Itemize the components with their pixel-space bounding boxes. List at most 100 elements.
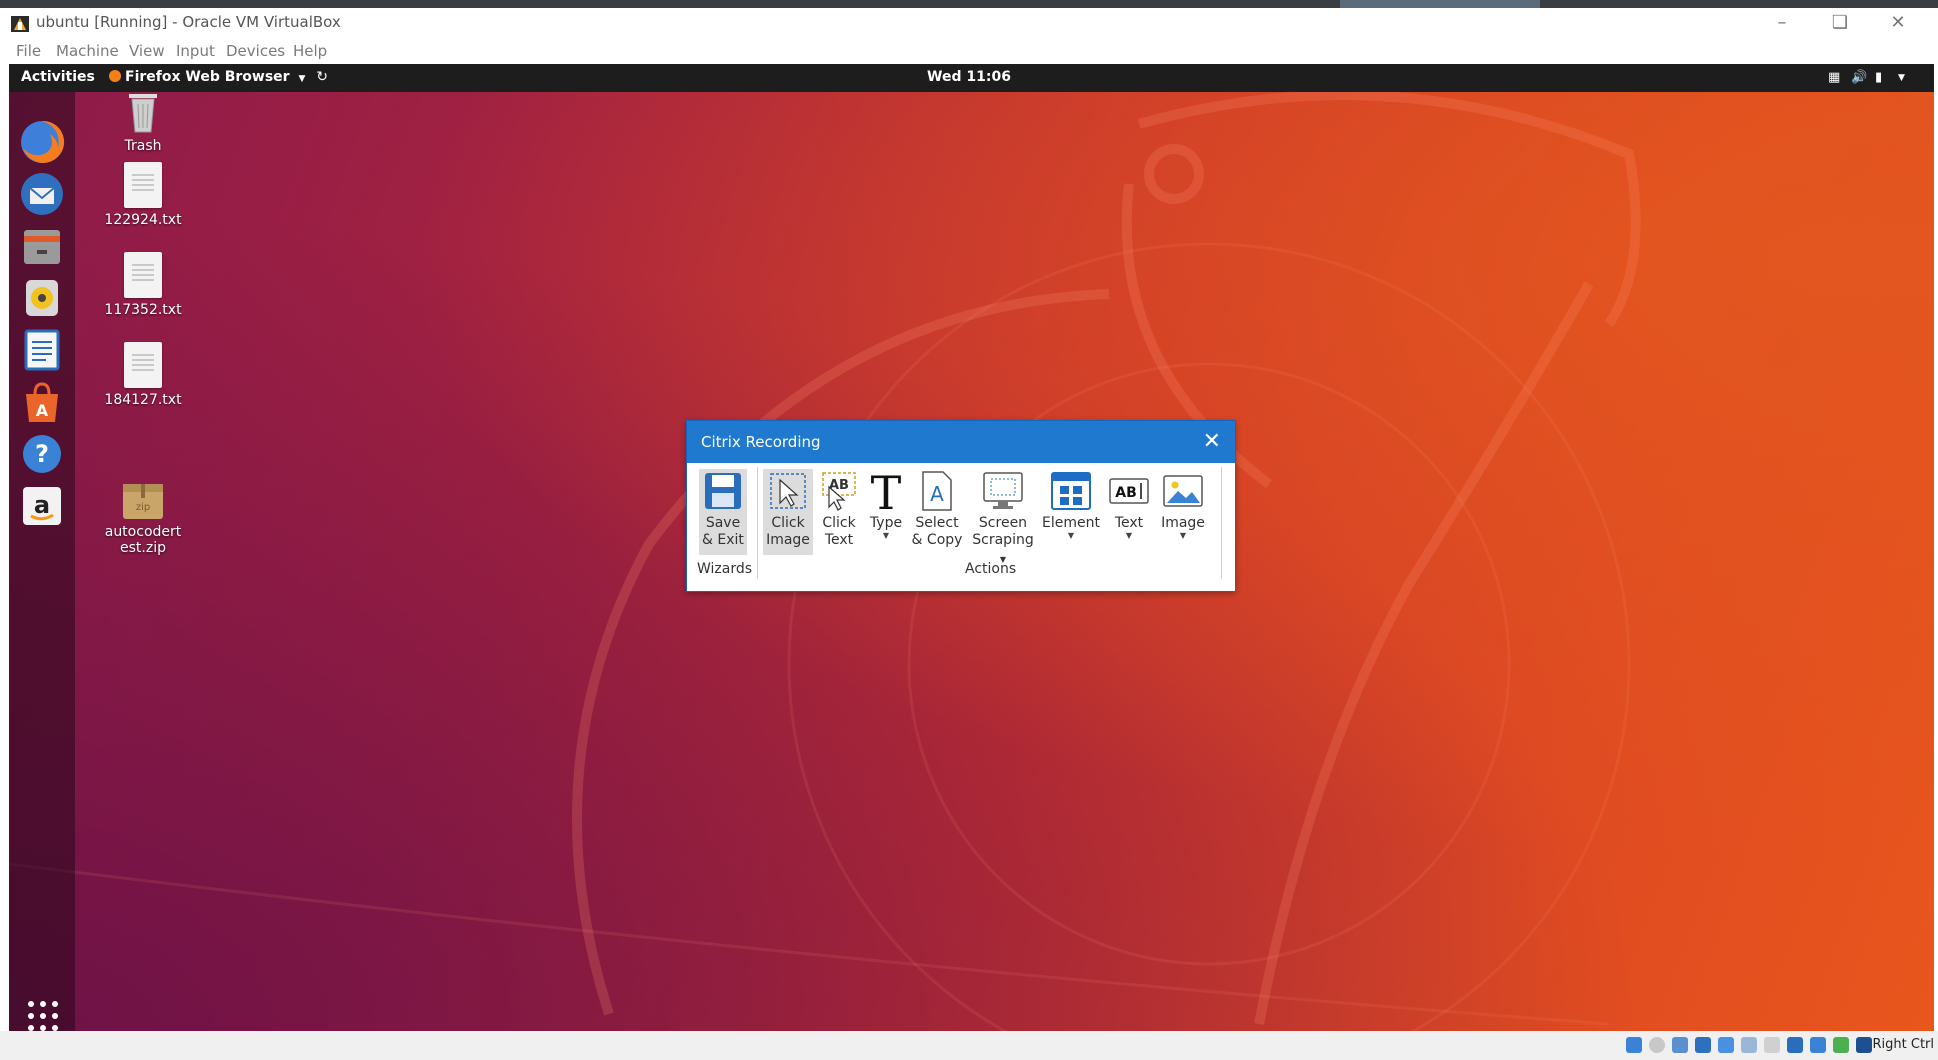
desktop-icon-zip[interactable]: zip autocodert est.zip <box>93 480 193 556</box>
virtualbox-app-icon <box>10 14 30 34</box>
desktop-icon-file[interactable]: 122924.txt <box>93 162 193 228</box>
host-key-label: Right Ctrl <box>1872 1037 1935 1052</box>
desktop-icon-label: Trash <box>124 138 162 154</box>
app-menu-label: Firefox Web Browser <box>125 69 290 85</box>
ubuntu-software-icon[interactable]: A <box>18 378 66 426</box>
display-icon[interactable] <box>1764 1037 1780 1053</box>
click-image-label-1: Click <box>771 515 805 531</box>
loading-spinner-icon: ↻ <box>316 69 328 85</box>
usb-icon[interactable] <box>1718 1037 1734 1053</box>
save-exit-label-1: Save <box>705 515 741 531</box>
menu-view[interactable]: View <box>129 42 165 60</box>
citrix-recording-dialog: Citrix Recording ✕ Save & Exit Wizards C… <box>686 420 1236 592</box>
mouse-integration-icon[interactable] <box>1856 1037 1872 1053</box>
network-icon[interactable]: ▦ <box>1828 70 1840 85</box>
element-label: Element <box>1042 515 1100 531</box>
vbox-menubar: File Machine View Input Devices Help <box>0 38 1938 64</box>
libreoffice-writer-icon[interactable] <box>18 326 66 374</box>
app-menu-button[interactable]: Firefox Web Browser ▼ ↻ <box>109 69 328 85</box>
close-icon[interactable]: ✕ <box>1203 429 1221 454</box>
chevron-down-icon: ▼ <box>298 74 306 84</box>
element-button[interactable]: Element ▼ <box>1041 469 1101 540</box>
ubuntu-top-bar: Activities Firefox Web Browser ▼ ↻ Wed 1… <box>9 64 1934 92</box>
rhythmbox-icon[interactable] <box>18 274 66 322</box>
minimize-button[interactable]: – <box>1754 8 1810 38</box>
system-menu-chevron-icon[interactable]: ▼ <box>1898 73 1905 83</box>
type-dropdown-caret-icon[interactable]: ▼ <box>865 532 907 540</box>
virtualization-icon[interactable] <box>1810 1037 1826 1053</box>
vbox-window-title: ubuntu [Running] - Oracle VM VirtualBox <box>36 13 341 31</box>
select-copy-button[interactable]: A Select & Copy <box>909 469 965 549</box>
menu-input[interactable]: Input <box>176 42 215 60</box>
dialog-titlebar[interactable]: Citrix Recording ✕ <box>687 421 1235 463</box>
menu-help[interactable]: Help <box>293 42 327 60</box>
activities-button[interactable]: Activities <box>21 69 95 85</box>
element-dropdown-caret-icon[interactable]: ▼ <box>1041 532 1101 540</box>
text-file-icon <box>124 342 162 388</box>
close-window-button[interactable]: ✕ <box>1870 8 1926 38</box>
trash-icon <box>123 86 163 134</box>
svg-text:?: ? <box>35 440 49 468</box>
firefox-icon[interactable] <box>18 118 66 166</box>
group-separator <box>757 467 758 579</box>
click-image-button[interactable]: Click Image <box>763 469 813 555</box>
image-button[interactable]: Image ▼ <box>1157 469 1209 540</box>
desktop-icon-label: 117352.txt <box>104 302 182 318</box>
vbox-titlebar: ubuntu [Running] - Oracle VM VirtualBox … <box>0 8 1938 38</box>
save-disk-icon <box>699 469 747 513</box>
desktop-icon-label: est.zip <box>120 540 166 556</box>
desktop-icon-label: autocodert <box>104 524 182 540</box>
image-label: Image <box>1161 515 1205 531</box>
battery-icon[interactable]: ▮ <box>1875 70 1882 85</box>
type-button[interactable]: T Type ▼ <box>865 469 907 540</box>
desktop-icon-file[interactable]: 117352.txt <box>93 252 193 318</box>
desktop-icon-label: 184127.txt <box>104 392 182 408</box>
group-separator <box>1221 467 1222 579</box>
text-dropdown-caret-icon[interactable]: ▼ <box>1105 532 1153 540</box>
type-t-icon: T <box>865 469 907 513</box>
desktop-icon-trash[interactable]: Trash <box>93 86 193 154</box>
screen-scraping-button[interactable]: Screen Scraping ▼ <box>969 469 1037 568</box>
amazon-icon[interactable]: a <box>18 482 66 530</box>
select-copy-icon: A <box>909 469 965 513</box>
svg-text:T: T <box>871 469 902 513</box>
image-dropdown-caret-icon[interactable]: ▼ <box>1157 532 1209 540</box>
restore-button[interactable]: ❏ <box>1812 8 1868 38</box>
select-copy-label-1: Select <box>915 515 959 531</box>
save-exit-label-2: & Exit <box>702 532 744 548</box>
screen-scraping-icon <box>969 469 1037 513</box>
actions-group-label: Actions <box>965 561 1017 577</box>
hard-disk-icon[interactable] <box>1626 1037 1642 1053</box>
network-adapter-icon[interactable] <box>1695 1037 1711 1053</box>
clock[interactable]: Wed 11:06 <box>927 69 1011 85</box>
text-file-icon <box>124 252 162 298</box>
save-exit-button[interactable]: Save & Exit <box>699 469 747 555</box>
optical-drive-icon[interactable] <box>1649 1037 1665 1053</box>
files-icon[interactable] <box>18 222 66 270</box>
audio-icon[interactable] <box>1672 1037 1688 1053</box>
svg-text:A: A <box>36 401 49 420</box>
desktop-icon-file[interactable]: 184127.txt <box>93 342 193 408</box>
show-applications-icon[interactable] <box>27 1000 59 1031</box>
host-taskbar-strip <box>0 0 1938 8</box>
shared-folders-icon[interactable] <box>1741 1037 1757 1053</box>
menu-file[interactable]: File <box>16 42 41 60</box>
zip-badge: zip <box>135 502 151 513</box>
svg-text:a: a <box>34 491 50 519</box>
text-button[interactable]: AB Text ▼ <box>1105 469 1153 540</box>
wizards-group-label: Wizards <box>697 561 753 577</box>
dialog-title: Citrix Recording <box>701 433 821 451</box>
svg-text:A: A <box>930 482 944 506</box>
thunderbird-icon[interactable] <box>18 170 66 218</box>
desktop-icon-label: 122924.txt <box>104 212 182 228</box>
video-capture-icon[interactable] <box>1787 1037 1803 1053</box>
click-text-button[interactable]: AB Click Text <box>815 469 863 549</box>
menu-devices[interactable]: Devices <box>226 42 285 60</box>
click-text-label-1: Click <box>822 515 856 531</box>
select-copy-label-2: & Copy <box>911 532 963 548</box>
help-icon[interactable]: ? <box>18 430 66 478</box>
text-field-icon: AB <box>1105 469 1153 513</box>
menu-machine[interactable]: Machine <box>56 42 119 60</box>
guest-additions-icon[interactable] <box>1833 1037 1849 1053</box>
volume-icon[interactable]: 🔊 <box>1851 70 1867 85</box>
